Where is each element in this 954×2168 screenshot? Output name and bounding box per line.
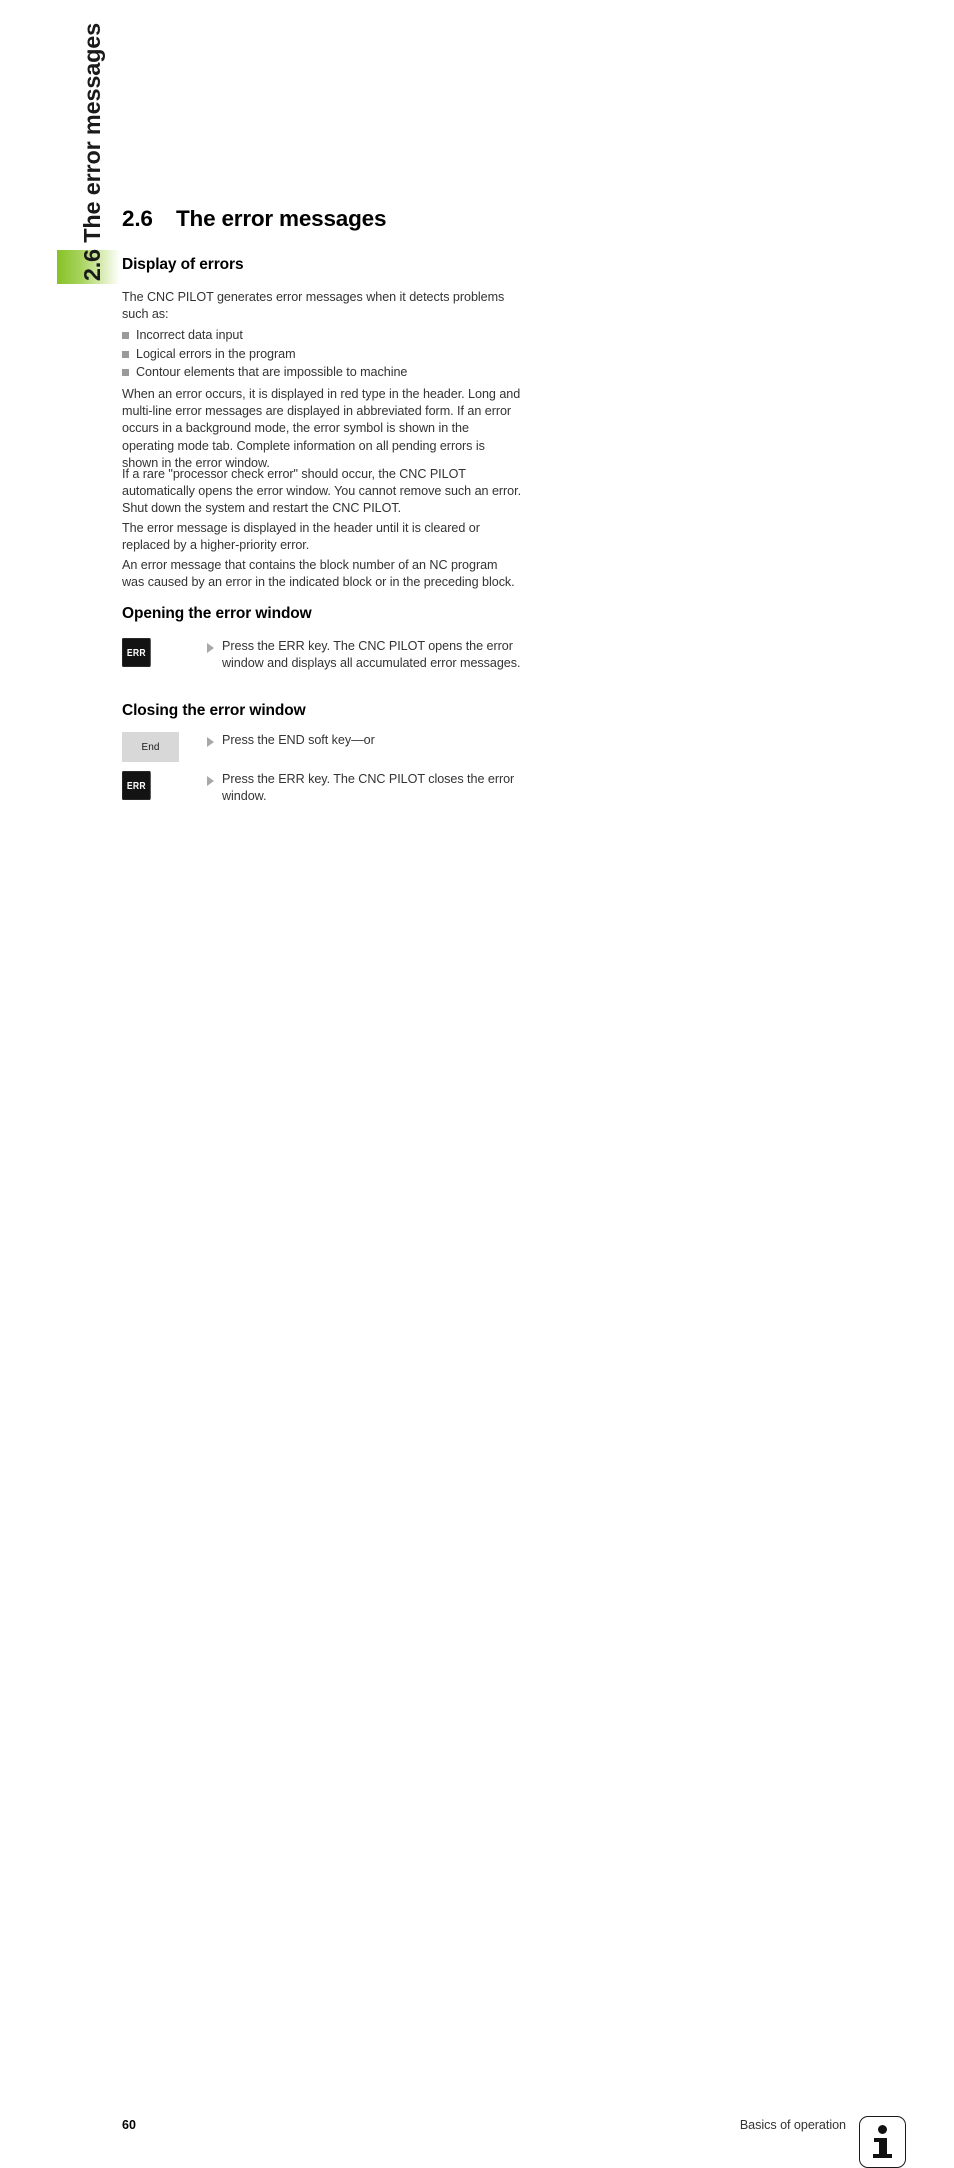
heading-closing-the-error-window: Closing the error window bbox=[122, 702, 306, 719]
paragraph-block-number: An error message that contains the block… bbox=[122, 558, 515, 590]
step-row: End Press the END soft key—or bbox=[122, 732, 532, 762]
square-bullet-icon bbox=[122, 332, 129, 339]
info-icon bbox=[859, 2116, 906, 2168]
info-icon-serif-bottom bbox=[873, 2154, 892, 2158]
list-item: Contour elements that are impossible to … bbox=[122, 363, 407, 382]
list-item-label: Contour elements that are impossible to … bbox=[136, 365, 408, 379]
step-text-label: Press the ERR key. The CNC PILOT opens t… bbox=[222, 639, 521, 671]
chapter-number: 2.6 bbox=[122, 206, 153, 231]
list-item: Incorrect data input bbox=[122, 326, 407, 345]
key-cell: ERR bbox=[122, 638, 207, 667]
step-description: Press the ERR key. The CNC PILOT opens t… bbox=[207, 638, 532, 673]
step-description: Press the ERR key. The CNC PILOT closes … bbox=[207, 771, 532, 806]
triangle-bullet-icon bbox=[207, 642, 214, 653]
list-item-label: Logical errors in the program bbox=[136, 346, 296, 361]
heading-opening-the-error-window: Opening the error window bbox=[122, 605, 312, 622]
step-text-label: Press the ERR key. The CNC PILOT closes … bbox=[222, 772, 515, 804]
key-cell: End bbox=[122, 732, 207, 762]
triangle-bullet-icon bbox=[207, 736, 214, 747]
page-footer: 60 Basics of operation bbox=[0, 1055, 954, 2168]
paragraph-intro: The CNC PILOT generates error messages w… bbox=[122, 290, 505, 322]
end-soft-key-button[interactable]: End bbox=[122, 732, 179, 762]
footer-section-name: Basics of operation bbox=[739, 2118, 846, 2132]
page-title: 2.6 The error messages bbox=[122, 206, 386, 232]
list-item: Logical errors in the program bbox=[122, 345, 407, 364]
step-row: ERR Press the ERR key. The CNC PILOT clo… bbox=[122, 771, 532, 806]
page-number: 60 bbox=[122, 2118, 136, 2132]
steps-opening-error-window: ERR Press the ERR key. The CNC PILOT ope… bbox=[122, 638, 532, 673]
err-key-button[interactable]: ERR bbox=[122, 771, 151, 800]
steps-closing-error-window: End Press the END soft key—or ERR Press … bbox=[122, 732, 532, 806]
step-row: ERR Press the ERR key. The CNC PILOT ope… bbox=[122, 638, 532, 673]
heading-display-of-errors: Display of errors bbox=[122, 256, 244, 273]
step-description: Press the END soft key—or bbox=[207, 732, 532, 749]
error-causes-list: Incorrect data input Logical errors in t… bbox=[122, 326, 407, 382]
paragraph-header-persistence: The error message is displayed in the he… bbox=[122, 521, 480, 553]
list-item-label: Incorrect data input bbox=[136, 328, 243, 342]
paragraph-processor-check-error: If a rare "processor check error" should… bbox=[122, 467, 522, 516]
side-tab-running-head: 2.6 The error messages bbox=[79, 23, 105, 282]
key-cell: ERR bbox=[122, 771, 207, 800]
chapter-title-text: The error messages bbox=[176, 206, 387, 231]
err-key-button[interactable]: ERR bbox=[122, 638, 151, 667]
paragraph-error-display-behavior: When an error occurs, it is displayed in… bbox=[122, 387, 521, 470]
info-icon-dot bbox=[878, 2125, 887, 2134]
step-text-label: Press the END soft key—or bbox=[222, 733, 375, 747]
square-bullet-icon bbox=[122, 350, 129, 358]
square-bullet-icon bbox=[122, 369, 129, 376]
triangle-bullet-icon bbox=[207, 775, 214, 786]
